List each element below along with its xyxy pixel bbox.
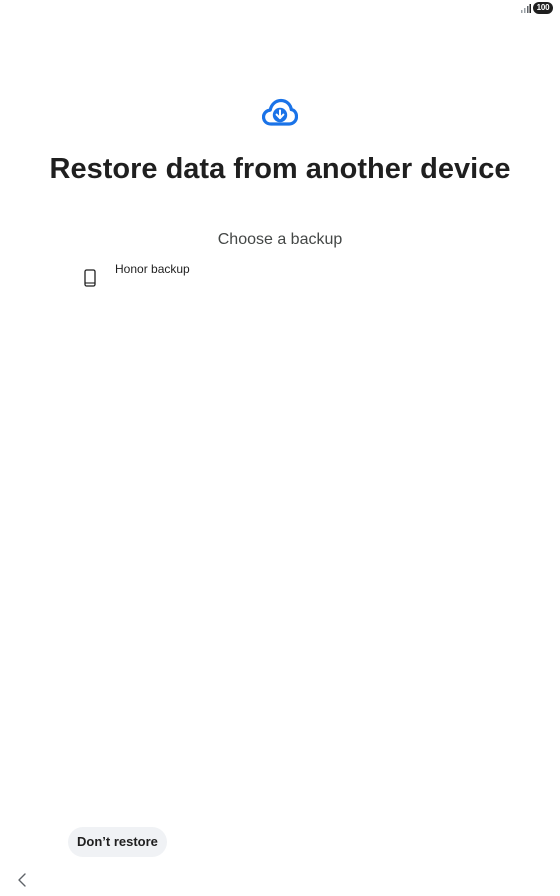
cloud-download-icon bbox=[262, 98, 298, 126]
dont-restore-button[interactable]: Don’t restore bbox=[68, 827, 167, 857]
backup-item-label: Honor backup bbox=[115, 262, 190, 276]
signal-bars-icon bbox=[521, 4, 531, 13]
page-subtitle: Choose a backup bbox=[217, 231, 343, 248]
phone-icon bbox=[84, 269, 96, 287]
chevron-left-icon[interactable] bbox=[12, 870, 32, 890]
battery-level-badge: 100 bbox=[533, 2, 553, 14]
backup-item-honor[interactable]: Honor backup bbox=[76, 258, 484, 298]
status-bar: 100 bbox=[0, 0, 560, 16]
page-title: Restore data from another device bbox=[49, 153, 511, 185]
